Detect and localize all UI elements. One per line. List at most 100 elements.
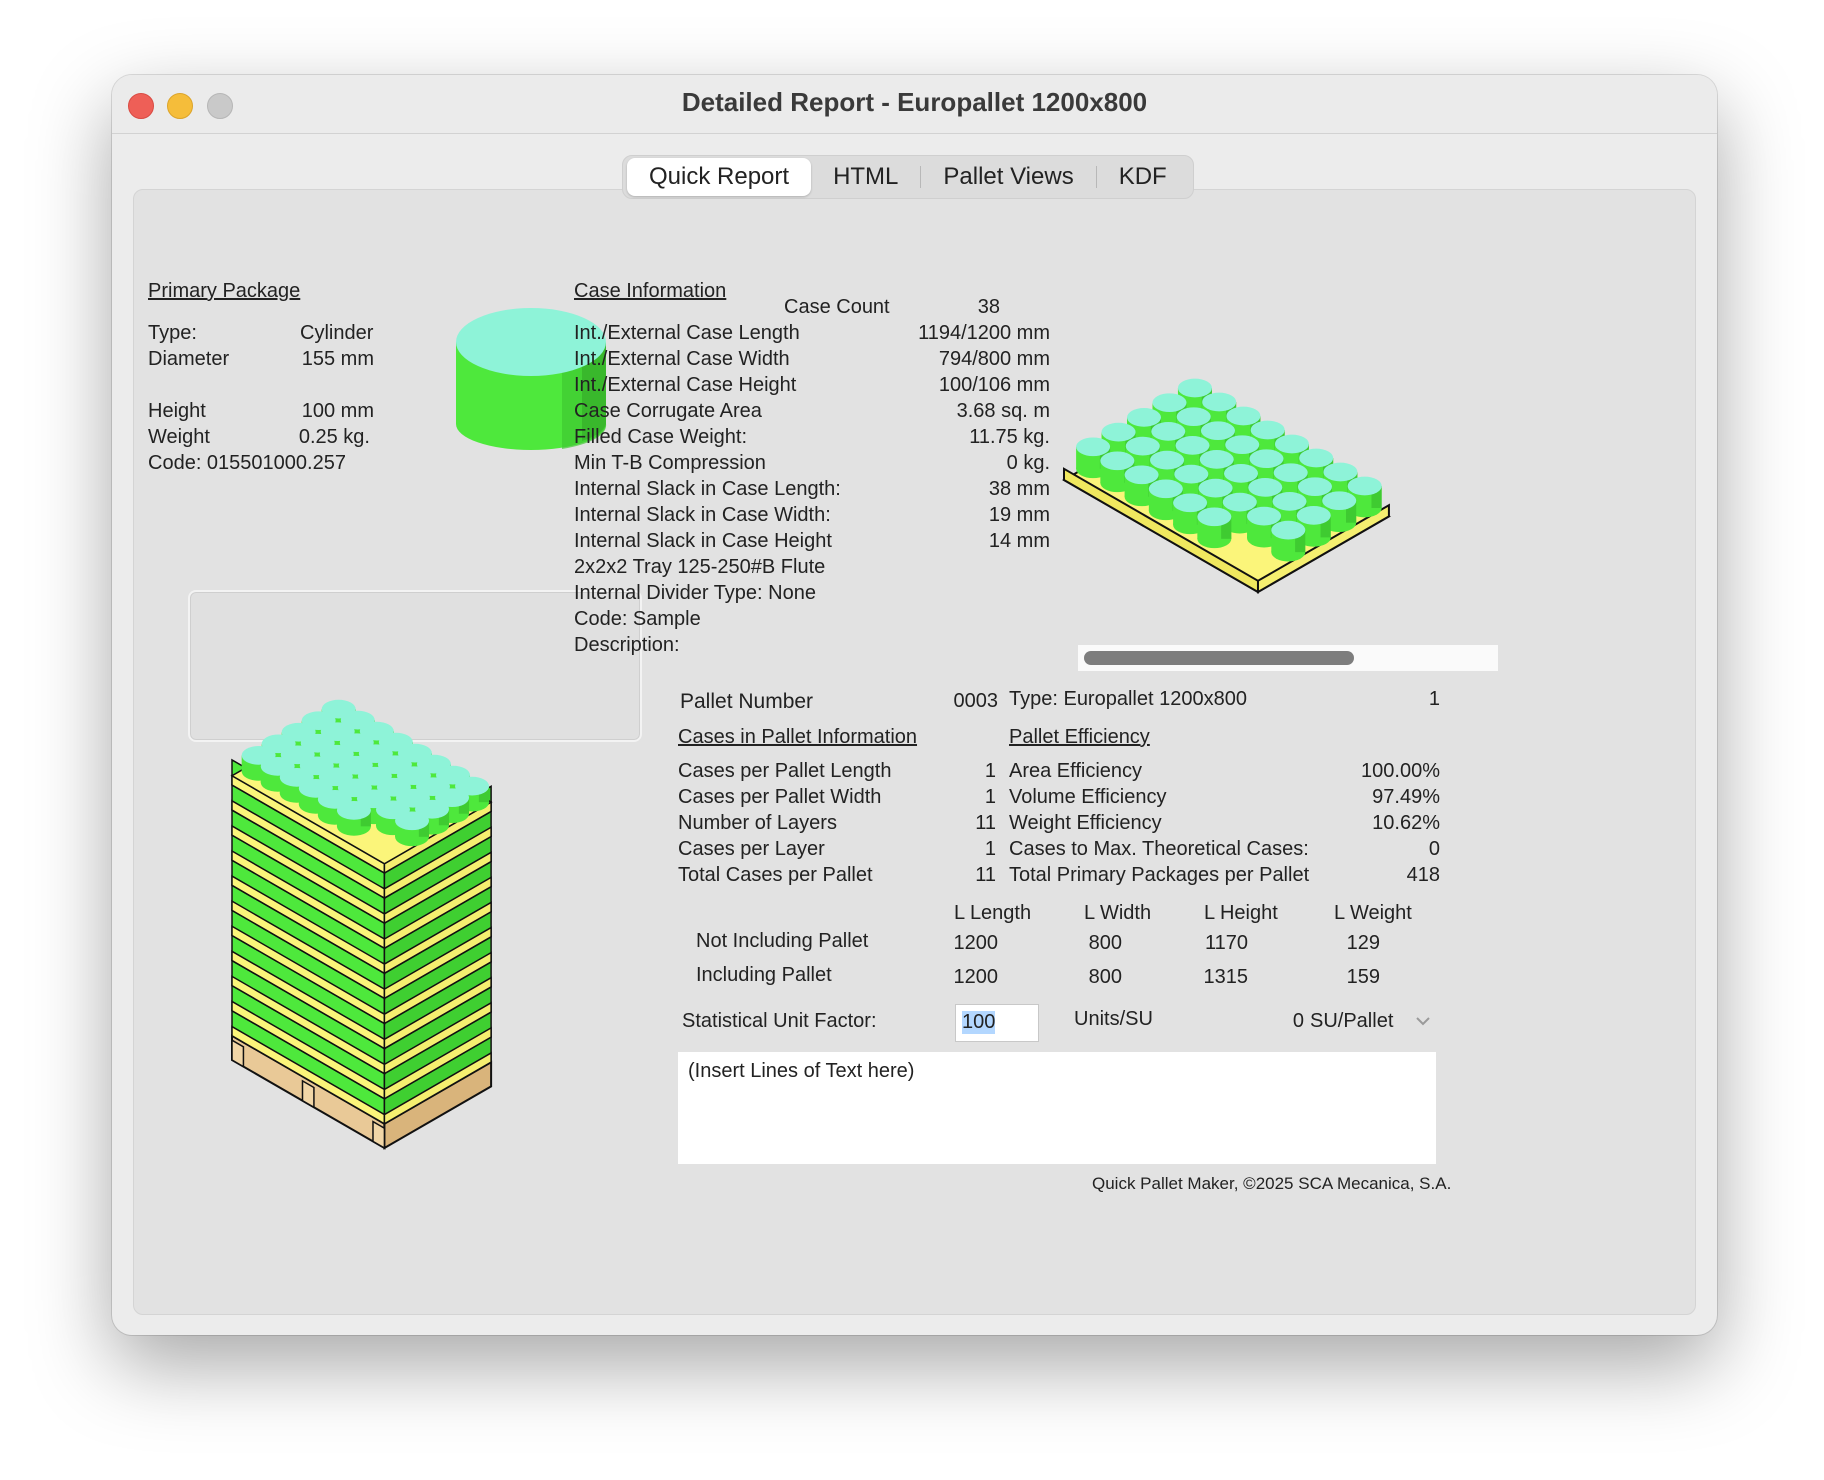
dim-cell: 1315 — [1203, 966, 1249, 988]
cylinder-top — [1151, 422, 1186, 441]
cylinder-top — [1101, 422, 1136, 442]
efficiency-row-label: Volume Efficiency — [1009, 786, 1167, 808]
weight-value: 0.25 kg. — [298, 426, 370, 448]
cylinder-top — [1296, 506, 1331, 525]
case-row-value: 19 mm — [988, 504, 1050, 526]
dim-header: L Weight — [1334, 902, 1412, 924]
pallet-number-label: Pallet Number — [680, 690, 814, 713]
horizontal-scrollbar[interactable] — [1078, 645, 1498, 671]
case-row-label: Int./External Case Width — [574, 348, 790, 370]
cylinder-top — [1202, 392, 1237, 412]
cip-row-value: 1 — [984, 838, 996, 860]
dim-cell: 800 — [1088, 932, 1122, 954]
cylinder-top — [1249, 449, 1284, 469]
case-extra-line: Description: — [574, 634, 680, 656]
efficiency-row-label: Cases to Max. Theoretical Cases: — [1009, 838, 1309, 860]
case-row-label: Internal Slack in Case Length: — [574, 478, 841, 500]
cylinder-top — [1272, 492, 1307, 511]
window-title: Detailed Report - Europallet 1200x800 — [681, 87, 1148, 117]
dim-cell: 800 — [1088, 966, 1122, 988]
cylinder-top — [1347, 476, 1382, 496]
cylinder-top — [1127, 408, 1162, 427]
case-extra-line: Internal Divider Type: None — [574, 582, 816, 604]
cylinder-top — [1323, 462, 1358, 482]
cylinder-top — [1177, 378, 1212, 398]
units-su-label: Units/SU — [1074, 1008, 1153, 1030]
cylinder-top — [1200, 421, 1235, 441]
cylinder-top — [336, 801, 371, 820]
case-count-value: 38 — [977, 296, 1000, 318]
case-row-label: Int./External Case Height — [574, 374, 797, 396]
primary-package-heading: Primary Package — [148, 280, 301, 302]
efficiency-row-value: 418 — [1406, 864, 1440, 886]
case-row-value: 38 mm — [988, 478, 1050, 500]
cip-row-value: 1 — [984, 760, 996, 782]
pallet-3d-view — [230, 699, 493, 1150]
case-row-label: Min T-B Compression — [574, 452, 766, 474]
cylinder-top — [1176, 407, 1211, 427]
pallet-type-count: 1 — [1428, 688, 1440, 710]
cylinder-top — [1247, 506, 1282, 526]
cylinder-top — [1198, 478, 1233, 498]
cylinder-top — [1150, 450, 1185, 470]
cip-row-label: Number of Layers — [678, 812, 837, 834]
notes-textarea[interactable]: (Insert Lines of Text here) — [678, 1052, 1436, 1164]
case-row-value: 100/106 mm — [938, 374, 1050, 396]
cylinder-top — [1124, 465, 1159, 485]
su-factor-input[interactable]: 100 — [955, 1004, 1039, 1042]
report-tabs: Quick Report HTML Pallet Views KDF — [622, 155, 1194, 199]
cip-row-label: Cases per Layer — [678, 838, 825, 860]
cylinder-top — [1173, 493, 1208, 513]
cylinder-top — [1226, 406, 1261, 426]
tab-html[interactable]: HTML — [811, 158, 920, 196]
pallet-type: Type: Europallet 1200x800 — [1009, 688, 1247, 710]
cylinder-top — [1174, 464, 1209, 484]
su-per-pallet-value: 0 — [1292, 1010, 1304, 1032]
primary-code: Code: 015501000.257 — [148, 452, 346, 474]
case-row-label: Filled Case Weight: — [574, 426, 748, 448]
title-bar: Detailed Report - Europallet 1200x800 — [112, 75, 1717, 134]
scrollbar-thumb[interactable] — [1084, 651, 1354, 665]
case-row-label: Int./External Case Length — [574, 322, 800, 344]
case-extra-line: 2x2x2 Tray 125-250#B Flute — [574, 556, 826, 578]
cylinder-top — [1273, 463, 1308, 483]
type-label: Type: — [148, 322, 197, 344]
tab-pallet-views[interactable]: Pallet Views — [921, 158, 1095, 196]
cylinder-top — [1248, 478, 1283, 497]
cylinder-top — [1148, 479, 1183, 499]
dim-cell: 1200 — [953, 966, 999, 988]
cylinder-top — [1322, 491, 1357, 511]
case-row-label: Internal Slack in Case Width: — [574, 504, 831, 526]
cylinder-top — [1197, 507, 1232, 527]
case-info-heading: Case Information — [574, 280, 727, 302]
diameter-label: Diameter — [148, 348, 230, 370]
cylinder-top — [1297, 477, 1332, 497]
efficiency-row-label: Area Efficiency — [1009, 760, 1143, 782]
cip-row-label: Cases per Pallet Width — [678, 786, 882, 808]
chevron-down-icon[interactable] — [1414, 1014, 1432, 1028]
case-row-value: 3.68 sq. m — [956, 400, 1050, 422]
cylinder-top — [1076, 437, 1111, 457]
tab-kdf[interactable]: KDF — [1097, 158, 1189, 196]
cylinder-top — [1274, 434, 1309, 454]
case-row-value: 794/800 mm — [938, 348, 1050, 370]
dim-header: L Height — [1204, 902, 1278, 924]
dim-row-label: Not Including Pallet — [696, 930, 869, 952]
height-value: 100 mm — [301, 400, 374, 422]
cip-row-value: 1 — [984, 786, 996, 808]
case-count-label: Case Count — [784, 296, 890, 318]
cylinder-top — [1152, 393, 1187, 413]
cylinder-top — [1250, 420, 1285, 440]
pallet-efficiency-heading: Pallet Efficiency — [1009, 726, 1150, 748]
dim-row-label: Including Pallet — [696, 964, 832, 986]
dim-cell: 1170 — [1204, 932, 1248, 954]
tab-quick-report[interactable]: Quick Report — [627, 158, 812, 196]
diameter-value: 155 mm — [301, 348, 374, 370]
cylinder-top — [1225, 435, 1260, 455]
case-row-label: Case Corrugate Area — [574, 400, 762, 422]
case-row-value: 0 kg. — [1006, 452, 1050, 474]
case-extra-line: Code: Sample — [574, 608, 701, 630]
efficiency-row-value: 97.49% — [1372, 786, 1440, 808]
cylinder-top — [395, 811, 430, 831]
case-row-value: 11.75 kg. — [969, 426, 1050, 448]
